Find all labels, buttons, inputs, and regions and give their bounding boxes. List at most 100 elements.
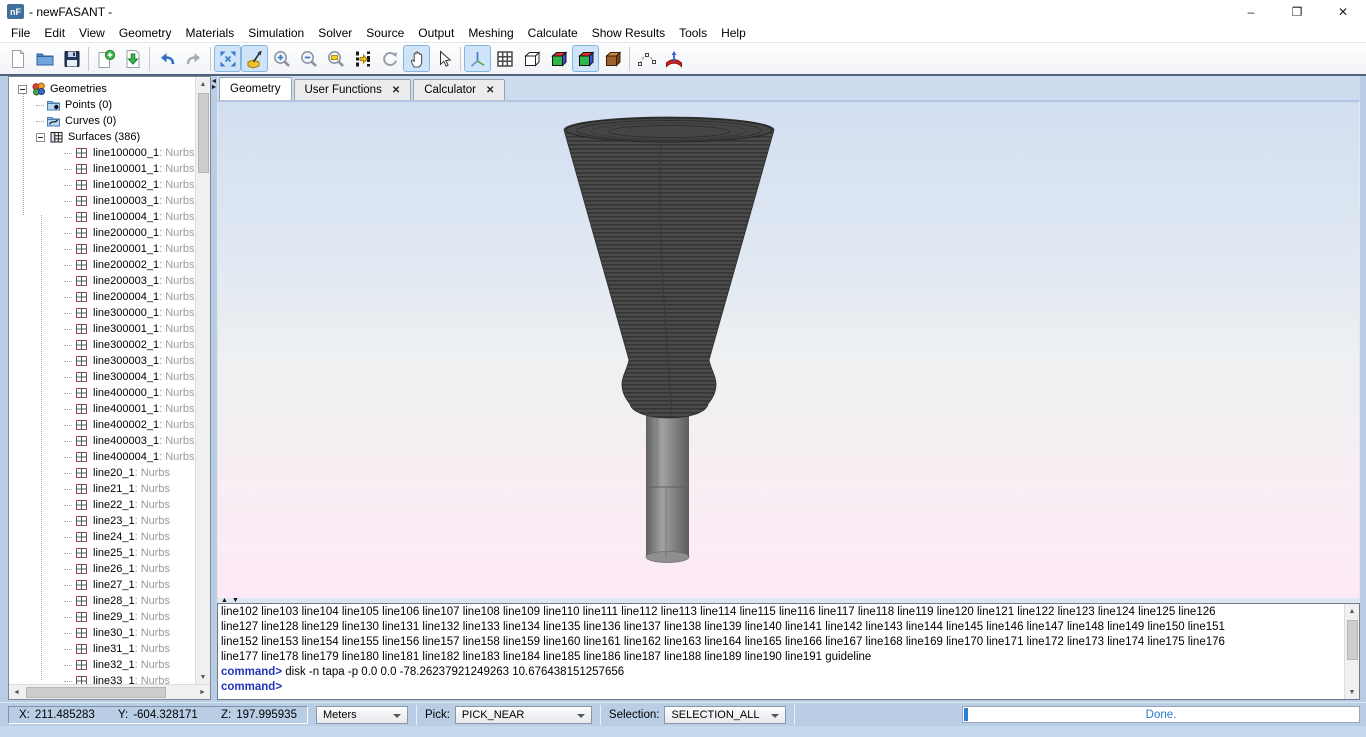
console-scroll-thumb[interactable] xyxy=(1347,620,1358,660)
menu-item[interactable]: Calculate xyxy=(521,24,585,42)
tree-horizontal-scrollbar[interactable]: ◄ ► xyxy=(9,684,210,699)
menu-item[interactable]: Edit xyxy=(37,24,72,42)
pick-dropdown[interactable]: PICK_NEAR xyxy=(455,706,592,724)
zoom-window-button[interactable] xyxy=(322,45,349,72)
menu-item[interactable]: Output xyxy=(411,24,461,42)
tab-geometry[interactable]: Geometry xyxy=(219,77,292,100)
scroll-up-icon[interactable]: ▲ xyxy=(196,77,210,91)
menu-item[interactable]: Materials xyxy=(179,24,242,42)
tree-surface-item[interactable]: line100000_1 : Nurbs xyxy=(9,145,195,161)
collapse-box-icon[interactable] xyxy=(18,85,27,94)
minimize-button[interactable]: – xyxy=(1228,0,1274,23)
menu-item[interactable]: Source xyxy=(359,24,411,42)
tree-surface-item[interactable]: line100004_1 : Nurbs xyxy=(9,209,195,225)
tree-surface-item[interactable]: line400004_1 : Nurbs xyxy=(9,449,195,465)
zoom-in-button[interactable] xyxy=(268,45,295,72)
select-pointer-button[interactable] xyxy=(430,45,457,72)
tree-surface-item[interactable]: line30_1 : Nurbs xyxy=(9,625,195,641)
open-file-button[interactable] xyxy=(31,45,58,72)
tree-surface-item[interactable]: line25_1 : Nurbs xyxy=(9,545,195,561)
corrugated-horn-model[interactable] xyxy=(558,112,788,567)
tree-surface-item[interactable]: line300001_1 : Nurbs xyxy=(9,321,195,337)
scroll-left-icon[interactable]: ◄ xyxy=(9,689,24,696)
tree-surface-item[interactable]: line33_1 : Nurbs xyxy=(9,673,195,684)
tab-calculator[interactable]: Calculator ✕ xyxy=(413,79,505,100)
new-file-button[interactable] xyxy=(4,45,31,72)
tree-surface-item[interactable]: line100002_1 : Nurbs xyxy=(9,177,195,193)
textured-view-button[interactable] xyxy=(599,45,626,72)
console-scrollbar[interactable]: ▲ ▼ xyxy=(1344,604,1359,699)
restore-button[interactable]: ❐ xyxy=(1274,0,1320,23)
scroll-right-icon[interactable]: ► xyxy=(195,689,210,696)
rotate-view-button[interactable] xyxy=(376,45,403,72)
scroll-down-icon[interactable]: ▼ xyxy=(1345,685,1359,699)
add-geometry-button[interactable] xyxy=(92,45,119,72)
tree-surface-item[interactable]: line200003_1 : Nurbs xyxy=(9,273,195,289)
curve-tool-button[interactable] xyxy=(633,45,660,72)
tree-node-surfaces[interactable]: Surfaces (386) xyxy=(9,129,195,145)
show-axes-button[interactable] xyxy=(464,45,491,72)
solid-view-button[interactable] xyxy=(545,45,572,72)
tree-vertical-scrollbar[interactable]: ▲ ▼ xyxy=(195,77,210,684)
tree-surface-item[interactable]: line400001_1 : Nurbs xyxy=(9,401,195,417)
units-dropdown[interactable]: Meters xyxy=(316,706,408,724)
menu-item[interactable]: Help xyxy=(714,24,753,42)
tree-node-curves[interactable]: Curves (0) xyxy=(9,113,195,129)
surface-tool-button[interactable] xyxy=(660,45,687,72)
tree-surface-item[interactable]: line24_1 : Nurbs xyxy=(9,529,195,545)
tree-surface-item[interactable]: line400002_1 : Nurbs xyxy=(9,417,195,433)
tree-surface-item[interactable]: line300002_1 : Nurbs xyxy=(9,337,195,353)
close-button[interactable]: ✕ xyxy=(1320,0,1366,23)
tree-surface-item[interactable]: line300000_1 : Nurbs xyxy=(9,305,195,321)
undo-button[interactable] xyxy=(153,45,180,72)
menu-item[interactable]: Simulation xyxy=(241,24,311,42)
tree-vscroll-thumb[interactable] xyxy=(198,93,209,173)
tree-surface-item[interactable]: line300004_1 : Nurbs xyxy=(9,369,195,385)
import-geometry-button[interactable] xyxy=(119,45,146,72)
menu-item[interactable]: Solver xyxy=(311,24,359,42)
tree-surface-item[interactable]: line200001_1 : Nurbs xyxy=(9,241,195,257)
tree-surface-item[interactable]: line200004_1 : Nurbs xyxy=(9,289,195,305)
tree-surface-item[interactable]: line200002_1 : Nurbs xyxy=(9,257,195,273)
tree-surface-item[interactable]: line400000_1 : Nurbs xyxy=(9,385,195,401)
tree-surface-item[interactable]: line300003_1 : Nurbs xyxy=(9,353,195,369)
tab-close-icon[interactable]: ✕ xyxy=(486,85,494,96)
menu-item[interactable]: File xyxy=(4,24,37,42)
menu-item[interactable]: Tools xyxy=(672,24,714,42)
tab-user-functions[interactable]: User Functions ✕ xyxy=(294,79,412,100)
menu-item[interactable]: Geometry xyxy=(112,24,179,42)
tree-hscroll-thumb[interactable] xyxy=(26,687,166,698)
tree-surface-item[interactable]: line26_1 : Nurbs xyxy=(9,561,195,577)
show-grid-button[interactable] xyxy=(491,45,518,72)
tree-surface-item[interactable]: line32_1 : Nurbs xyxy=(9,657,195,673)
shaded-view-button[interactable] xyxy=(572,45,599,72)
tree-node-geometries[interactable]: Geometries xyxy=(9,81,195,97)
collapse-box-icon[interactable] xyxy=(36,133,45,142)
tree-surface-item[interactable]: line20_1 : Nurbs xyxy=(9,465,195,481)
menu-item[interactable]: Meshing xyxy=(461,24,520,42)
tree-surface-item[interactable]: line100001_1 : Nurbs xyxy=(9,161,195,177)
tree-surface-item[interactable]: line29_1 : Nurbs xyxy=(9,609,195,625)
tree-surface-item[interactable]: line31_1 : Nurbs xyxy=(9,641,195,657)
viewport-3d[interactable] xyxy=(217,100,1360,598)
pan-view-button[interactable] xyxy=(403,45,430,72)
scroll-up-icon[interactable]: ▲ xyxy=(1345,604,1359,618)
menu-item[interactable]: Show Results xyxy=(585,24,672,42)
tree-surface-item[interactable]: line21_1 : Nurbs xyxy=(9,481,195,497)
console-output[interactable]: line102 line103 line104 line105 line106 … xyxy=(218,604,1344,699)
tree-surface-item[interactable]: line200000_1 : Nurbs xyxy=(9,225,195,241)
swap-panels-button[interactable] xyxy=(349,45,376,72)
tree-surface-item[interactable]: line100003_1 : Nurbs xyxy=(9,193,195,209)
tab-close-icon[interactable]: ✕ xyxy=(392,85,400,96)
wireframe-view-button[interactable] xyxy=(518,45,545,72)
tree-surface-item[interactable]: line27_1 : Nurbs xyxy=(9,577,195,593)
perspective-zoom-button[interactable] xyxy=(241,45,268,72)
tree-surface-item[interactable]: line23_1 : Nurbs xyxy=(9,513,195,529)
scroll-down-icon[interactable]: ▼ xyxy=(196,670,210,684)
fit-view-button[interactable] xyxy=(214,45,241,72)
menu-item[interactable]: View xyxy=(72,24,112,42)
tree-surface-item[interactable]: line400003_1 : Nurbs xyxy=(9,433,195,449)
save-file-button[interactable] xyxy=(58,45,85,72)
tree-surface-item[interactable]: line22_1 : Nurbs xyxy=(9,497,195,513)
redo-button[interactable] xyxy=(180,45,207,72)
